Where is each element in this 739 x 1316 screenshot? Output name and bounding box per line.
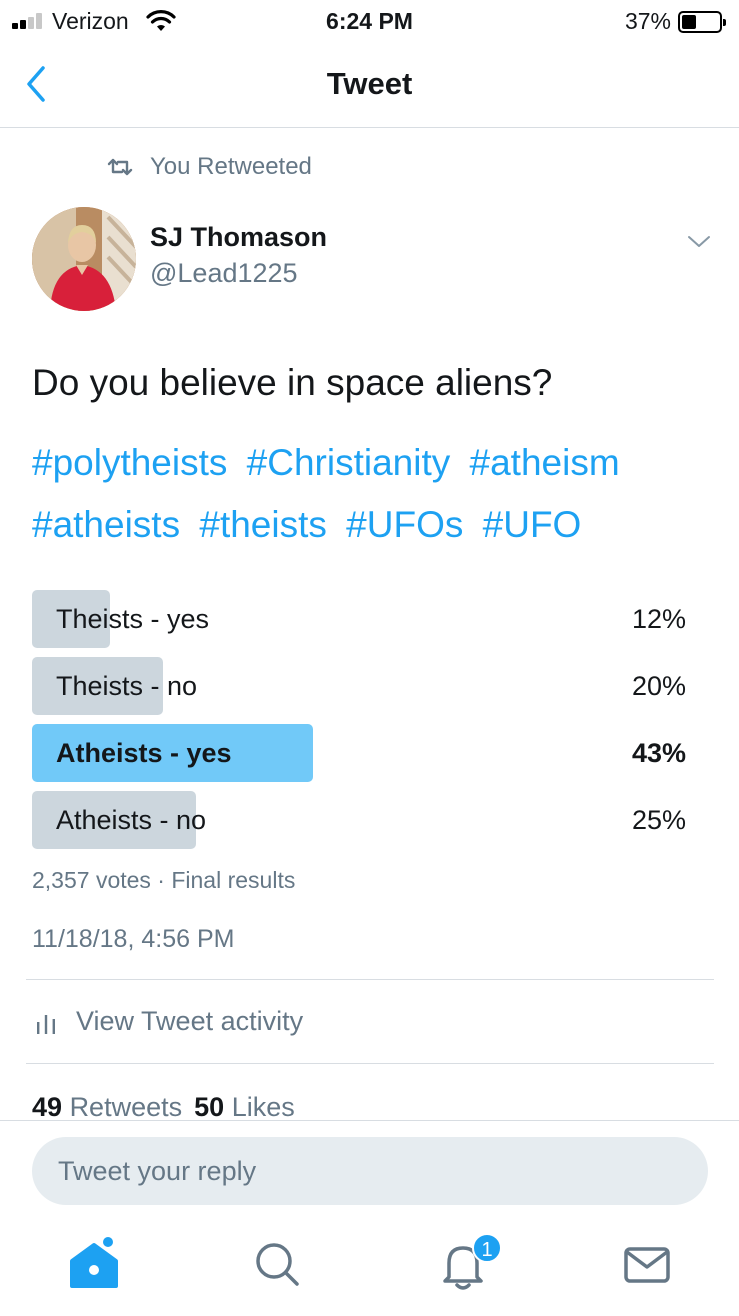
poll-option-percent: 25% bbox=[631, 805, 686, 835]
likes-stat[interactable]: 50 Likes bbox=[194, 1092, 295, 1122]
poll-option-label: Theists - no bbox=[56, 671, 198, 701]
tab-home[interactable] bbox=[64, 1234, 124, 1294]
retweet-context: You Retweeted bbox=[106, 152, 312, 182]
poll-option-percent: 12% bbox=[631, 604, 686, 634]
retweet-context-label: You Retweeted bbox=[150, 153, 312, 180]
poll-option-percent: 20% bbox=[631, 671, 686, 701]
hashtag-link[interactable]: #theists bbox=[199, 504, 327, 545]
hashtag-link[interactable]: #UFO bbox=[483, 504, 582, 545]
poll-option: Theists - yes 12% bbox=[32, 590, 686, 648]
tweet-timestamp: 11/18/18, 4:56 PM bbox=[32, 925, 235, 953]
poll-option: Atheists - no 25% bbox=[32, 791, 686, 849]
tab-search[interactable] bbox=[247, 1234, 307, 1294]
page-title: Tweet bbox=[326, 66, 413, 101]
poll-option-percent: 43% bbox=[631, 738, 686, 768]
chevron-down-icon[interactable] bbox=[684, 230, 714, 252]
poll-option: Theists - no 20% bbox=[32, 657, 686, 715]
author-name[interactable]: SJ Thomason bbox=[150, 222, 327, 253]
hashtag-link[interactable]: #atheism bbox=[470, 442, 620, 483]
retweets-label: Retweets bbox=[69, 1092, 183, 1122]
poll: Theists - yes 12% Theists - no 20% Athei… bbox=[32, 590, 686, 858]
hashtag-link[interactable]: #Christianity bbox=[247, 442, 451, 483]
likes-count: 50 bbox=[194, 1092, 225, 1122]
nav-header: Tweet bbox=[0, 42, 739, 128]
divider bbox=[26, 1063, 714, 1064]
view-tweet-activity-button[interactable]: View Tweet activity bbox=[36, 1006, 303, 1037]
hashtag-link[interactable]: #UFOs bbox=[346, 504, 463, 545]
view-tweet-activity-label: View Tweet activity bbox=[76, 1006, 304, 1036]
search-icon bbox=[256, 1243, 299, 1286]
hashtag-link[interactable]: #atheists bbox=[32, 504, 180, 545]
avatar[interactable] bbox=[32, 207, 136, 311]
poll-option: Atheists - yes 43% bbox=[32, 724, 686, 782]
divider bbox=[26, 979, 714, 980]
author-handle[interactable]: @Lead1225 bbox=[150, 258, 298, 289]
reply-input[interactable]: Tweet your reply bbox=[32, 1137, 708, 1205]
battery-percent: 37% bbox=[624, 8, 671, 34]
messages-icon bbox=[624, 1247, 670, 1283]
bar-chart-icon bbox=[37, 1014, 55, 1034]
hashtag-list: #polytheists #Christianity #atheism #ath… bbox=[32, 432, 722, 556]
poll-summary: 2,357 votes · Final results bbox=[32, 867, 296, 893]
retweets-count: 49 bbox=[32, 1092, 63, 1122]
retweet-icon bbox=[107, 158, 133, 176]
poll-option-label: Atheists - yes bbox=[56, 738, 232, 768]
tweet-stats: 49 Retweets 50 Likes bbox=[32, 1092, 295, 1123]
poll-option-label: Atheists - no bbox=[56, 805, 207, 835]
notification-badge: 1 bbox=[472, 1233, 502, 1263]
hashtag-link[interactable]: #polytheists bbox=[32, 442, 227, 483]
home-icon bbox=[70, 1237, 118, 1288]
tab-messages[interactable] bbox=[617, 1234, 677, 1294]
likes-label: Likes bbox=[231, 1092, 295, 1122]
status-bar: Verizon 6:24 PM 37% bbox=[0, 0, 739, 42]
tweet-text: Do you believe in space aliens? bbox=[32, 362, 553, 403]
poll-option-label: Theists - yes bbox=[56, 604, 210, 634]
retweets-stat[interactable]: 49 Retweets bbox=[32, 1092, 182, 1122]
battery-icon bbox=[678, 11, 726, 33]
